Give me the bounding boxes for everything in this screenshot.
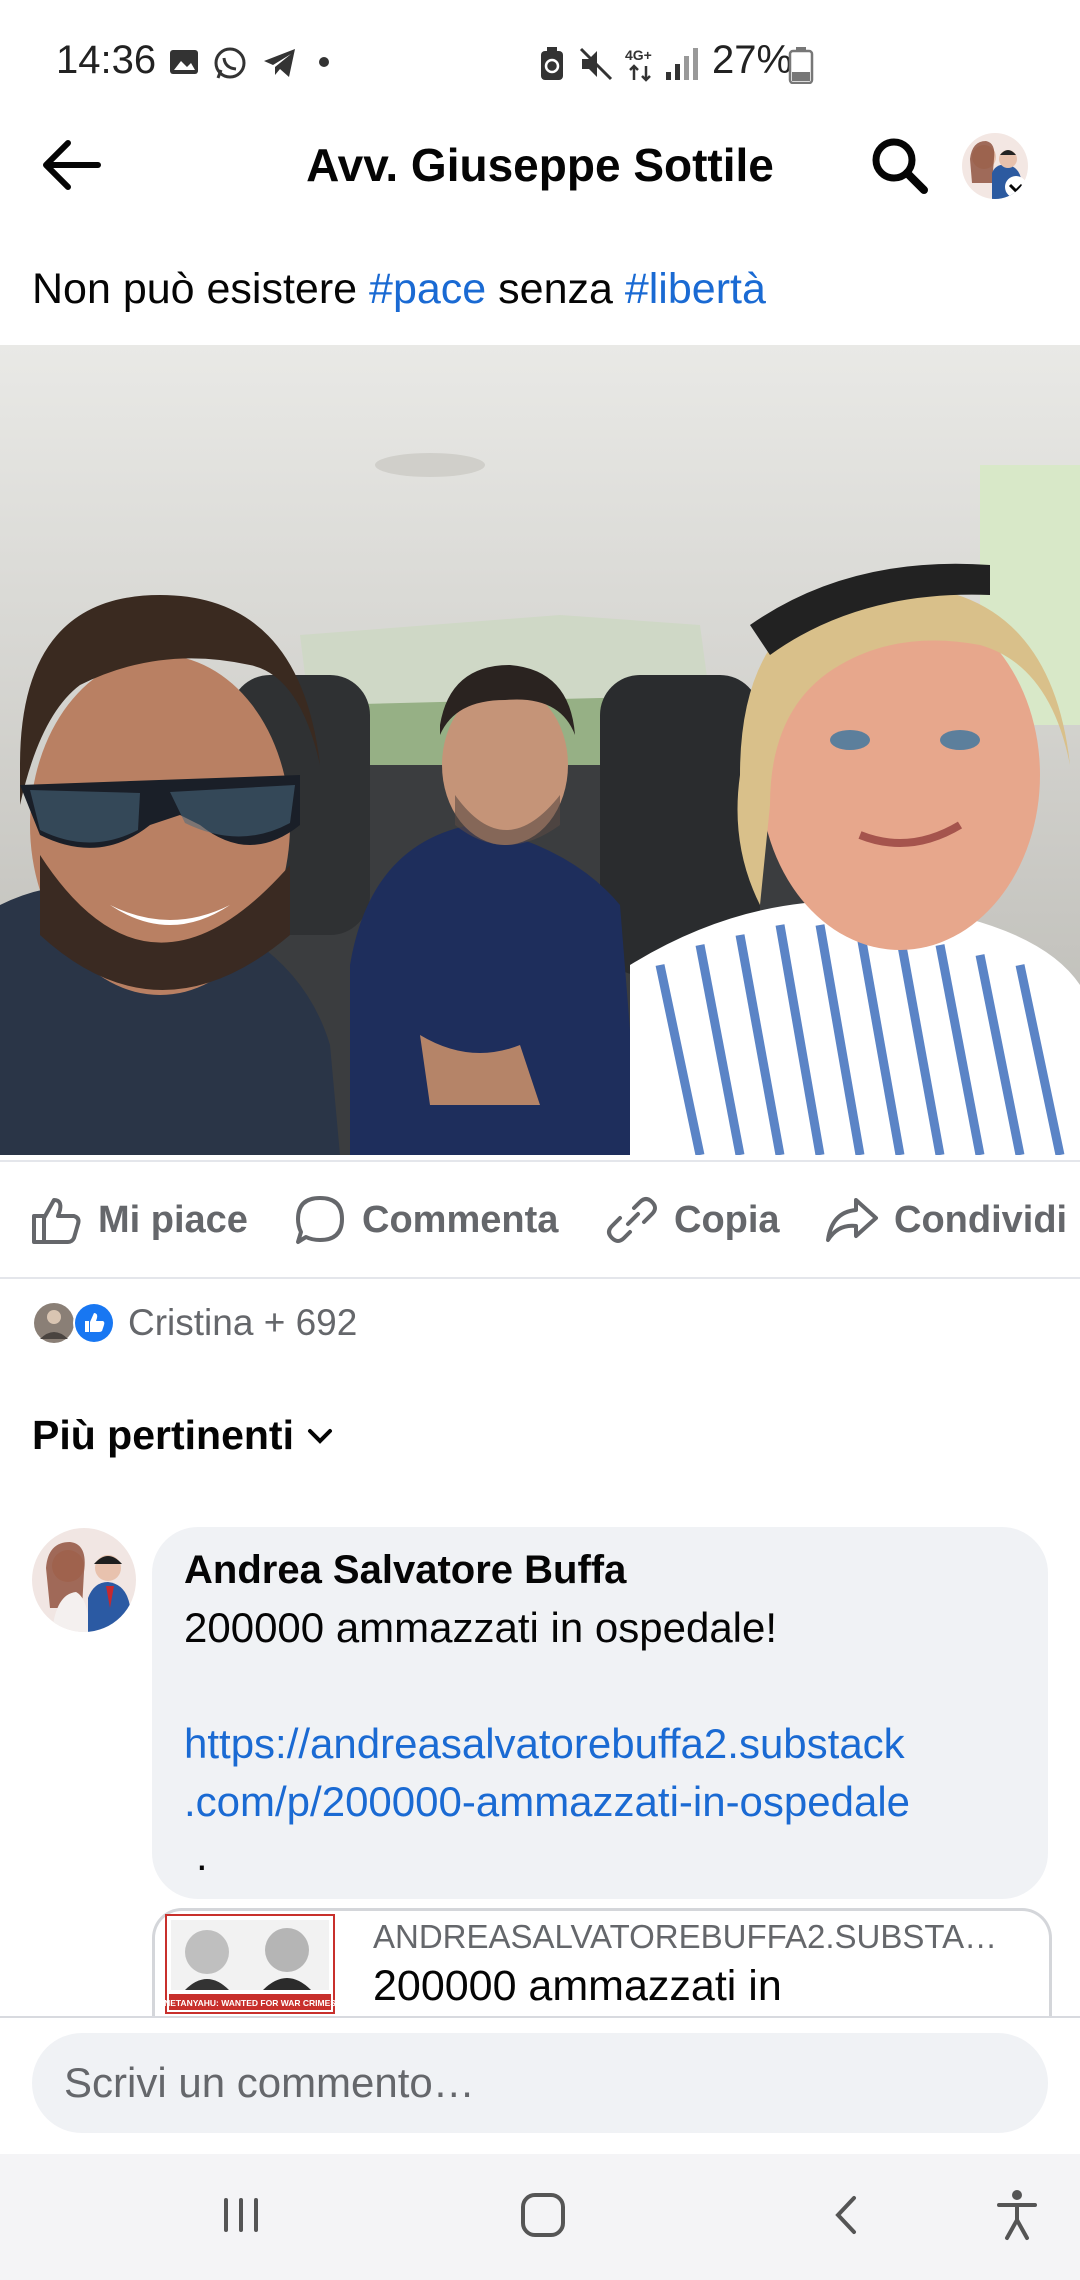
avatar-dropdown-icon <box>962 133 1028 199</box>
preview-banner-text: NETANYAHU: WANTED FOR WAR CRIMES <box>165 1998 335 2008</box>
accessibility-icon[interactable] <box>994 2188 1040 2242</box>
chevron-down-icon <box>307 1428 332 1444</box>
comment-label: Commenta <box>362 1198 559 1241</box>
copy-link-button[interactable]: Copia <box>604 1192 780 1248</box>
search-button[interactable] <box>868 134 932 198</box>
link-icon <box>607 1197 657 1243</box>
mute-icon <box>579 47 613 81</box>
comment-text: 200000 ammazzati in ospedale! <box>184 1604 778 1651</box>
signal-icon <box>666 48 698 80</box>
thumbs-up-icon <box>32 1198 81 1244</box>
share-arrow-icon <box>826 1198 878 1242</box>
reactions-summary[interactable]: Cristina + 692 <box>32 1298 357 1348</box>
link-preview-image: NETANYAHU: WANTED FOR WAR CRIMES <box>165 1914 335 2014</box>
post-caption: Non può esistere #pace senza #libertà <box>32 265 766 314</box>
profile-avatar-button[interactable] <box>962 133 1028 199</box>
comment-link-continued[interactable]: .com/p/200000-ammazzati-in-ospedale <box>184 1778 910 1826</box>
like-button[interactable]: Mi piace <box>28 1192 248 1248</box>
reaction-icons <box>34 1302 115 1344</box>
dot-icon <box>319 57 329 67</box>
hashtag-pace[interactable]: #pace <box>369 265 486 313</box>
share-button[interactable]: Condividi <box>824 1192 1067 1248</box>
status-time: 14:36 <box>56 38 157 82</box>
comment-sort-selector[interactable]: Più pertinenti <box>32 1412 336 1459</box>
gallery-icon <box>170 50 198 74</box>
comment-button[interactable]: Commenta <box>292 1192 558 1248</box>
hashtag-liberta[interactable]: #libertà <box>625 265 766 313</box>
link-preview-title: 200000 ammazzati in <box>373 1962 782 2010</box>
link-preview-domain: ANDREASALVATOREBUFFA2.SUBSTACK.COM <box>373 1918 1013 1955</box>
like-label: Mi piace <box>98 1198 248 1241</box>
comment-author-avatar[interactable] <box>32 1528 136 1632</box>
copy-label: Copia <box>674 1198 780 1241</box>
status-bar: 14:36 4G+ 27% <box>0 0 1080 125</box>
post-action-bar: Mi piace Commenta Copia Condividi <box>0 1160 1080 1279</box>
search-icon <box>872 138 928 194</box>
whatsapp-icon <box>214 47 246 79</box>
nav-back-icon[interactable] <box>826 2192 866 2238</box>
comment-bubble-icon <box>296 1196 344 1244</box>
4g-icon: 4G+ <box>625 47 652 82</box>
battery-icon <box>788 47 814 84</box>
post-photo[interactable] <box>0 345 1080 1155</box>
recent-apps-icon[interactable] <box>218 2192 264 2238</box>
comment-link[interactable]: https://andreasalvatorebuffa2.substack <box>184 1720 905 1768</box>
like-reaction-icon <box>73 1302 115 1344</box>
avatar-image <box>32 1528 136 1632</box>
battery-saver-icon <box>541 47 563 80</box>
system-nav-bar <box>0 2154 1080 2280</box>
sort-label: Più pertinenti <box>32 1412 294 1458</box>
car-selfie-photo <box>0 345 1080 1155</box>
comment-trailing-text: . <box>196 1832 208 1879</box>
telegram-icon <box>264 49 295 77</box>
svg-text:4G+: 4G+ <box>625 47 652 63</box>
reactor-avatar <box>34 1303 74 1343</box>
comment-author-name[interactable]: Andrea Salvatore Buffa <box>184 1548 626 1593</box>
caption-text: Non può esistere <box>32 265 370 313</box>
preview-thumbnail: NETANYAHU: WANTED FOR WAR CRIMES <box>165 1914 335 2014</box>
share-label: Condividi <box>894 1198 1068 1241</box>
status-battery-percent: 27% <box>712 38 793 82</box>
comment-input[interactable] <box>32 2033 1048 2133</box>
home-icon[interactable] <box>518 2190 568 2240</box>
caption-text-middle: senza <box>486 265 625 313</box>
reactions-text: Cristina + 692 <box>128 1302 358 1343</box>
